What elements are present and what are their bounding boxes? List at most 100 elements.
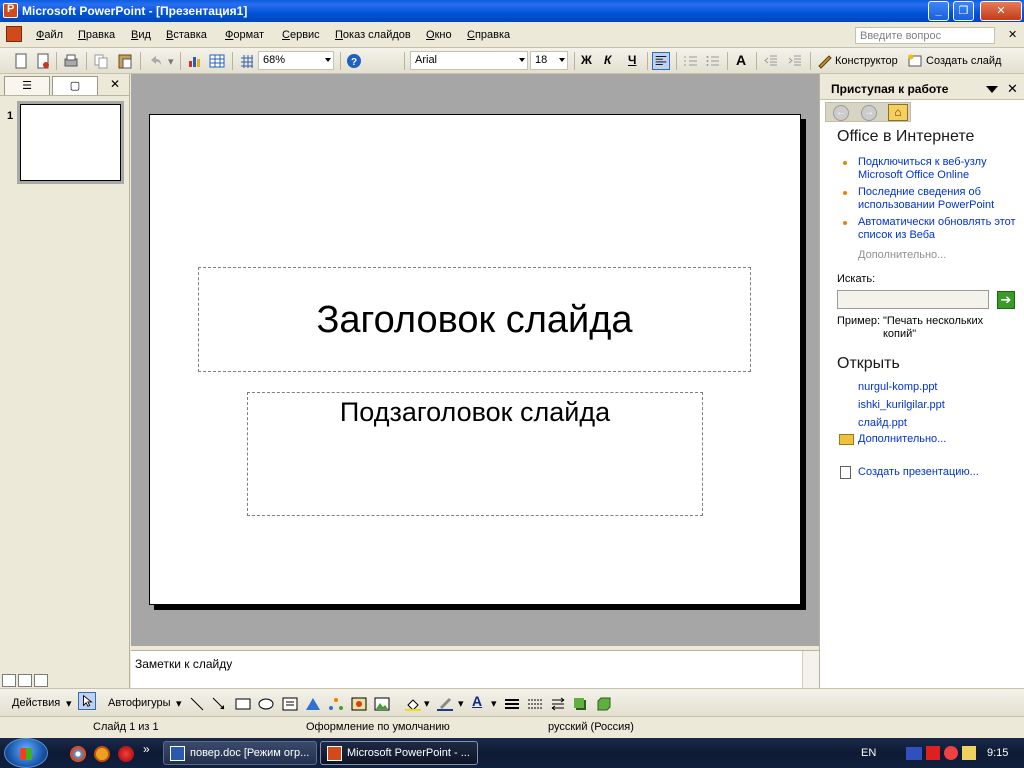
title-placeholder[interactable]: Заголовок слайда xyxy=(198,267,751,372)
decrease-indent-icon[interactable] xyxy=(762,52,780,70)
fill-color-icon[interactable] xyxy=(405,697,421,711)
menu-file[interactable]: Файл xyxy=(36,29,63,41)
tab-outline[interactable]: ☰ xyxy=(4,76,50,95)
open-more-link[interactable]: Дополнительно... xyxy=(858,433,1018,446)
recent-file[interactable]: ishki_kurilgilar.ppt xyxy=(858,399,1018,412)
oval-icon[interactable] xyxy=(258,697,274,711)
forward-icon[interactable]: → xyxy=(861,105,877,121)
search-input[interactable] xyxy=(837,290,989,309)
ask-question-input[interactable]: Введите вопрос xyxy=(855,27,995,44)
insert-chart-icon[interactable] xyxy=(186,52,204,70)
link-auto-update[interactable]: Автоматически обновлять этот список из В… xyxy=(858,216,1018,242)
new-slide-button[interactable]: Создать слайд xyxy=(926,55,1001,67)
autoshapes-dropdown-icon[interactable]: ▾ xyxy=(176,697,182,710)
arrow-style-icon[interactable] xyxy=(550,697,566,711)
powerpoint-icon[interactable] xyxy=(3,3,18,18)
bold-button[interactable]: Ж xyxy=(581,53,592,67)
insert-table-icon[interactable] xyxy=(208,52,226,70)
document-close-icon[interactable]: ✕ xyxy=(1008,28,1017,41)
align-left-icon[interactable] xyxy=(652,52,670,70)
home-icon[interactable]: ⌂ xyxy=(888,104,908,121)
link-latest-news[interactable]: Последние сведения об использовании Powe… xyxy=(858,186,1018,212)
diagram-icon[interactable] xyxy=(328,697,344,711)
menu-edit[interactable]: Правка xyxy=(78,29,115,41)
menu-slideshow[interactable]: Показ слайдов xyxy=(335,29,411,41)
numbering-icon[interactable] xyxy=(682,52,700,70)
increase-font-button[interactable]: A xyxy=(736,52,746,68)
slideshow-view-icon[interactable] xyxy=(34,674,48,687)
opera-icon[interactable] xyxy=(118,746,134,762)
recent-file[interactable]: nurgul-komp.ppt xyxy=(858,381,1018,394)
menu-view[interactable]: Вид xyxy=(131,29,151,41)
menu-tools[interactable]: Сервис xyxy=(282,29,320,41)
select-pointer-icon[interactable] xyxy=(78,692,96,710)
back-icon[interactable]: ← xyxy=(833,105,849,121)
restore-button[interactable]: ❐ xyxy=(953,1,974,21)
language-indicator[interactable]: EN xyxy=(861,747,876,759)
print-icon[interactable] xyxy=(62,52,80,70)
font-size-combo[interactable]: 18 xyxy=(530,51,568,70)
minimize-button[interactable]: _ xyxy=(928,1,949,21)
line-color-icon[interactable] xyxy=(437,697,453,711)
taskbar-powerpoint[interactable]: Microsoft PowerPoint - ... xyxy=(320,741,478,765)
wordart-icon[interactable] xyxy=(305,697,321,711)
network-icon[interactable] xyxy=(906,747,922,760)
designer-icon[interactable] xyxy=(816,52,834,70)
arrow-icon[interactable] xyxy=(212,697,226,711)
line-color-dropdown-icon[interactable]: ▾ xyxy=(458,697,464,710)
notes-pane[interactable]: Заметки к слайду xyxy=(131,650,819,689)
shadow-icon[interactable] xyxy=(573,697,587,711)
create-presentation-link[interactable]: Создать презентацию... xyxy=(858,466,1018,479)
dash-style-icon[interactable] xyxy=(527,697,543,711)
notes-scrollbar[interactable] xyxy=(802,651,819,689)
underline-button[interactable]: Ч xyxy=(628,53,636,67)
taskbar-word-document[interactable]: повер.doc [Режим огр... xyxy=(163,741,317,765)
fill-color-dropdown-icon[interactable]: ▾ xyxy=(424,697,430,710)
menu-insert[interactable]: Вставка xyxy=(166,29,207,41)
search-go-button[interactable]: ➔ xyxy=(997,291,1015,309)
menu-window[interactable]: Окно xyxy=(426,29,452,41)
title-bar[interactable]: Microsoft PowerPoint - [Презентация1] _ … xyxy=(0,0,1024,22)
subtitle-placeholder[interactable]: Подзаголовок слайда xyxy=(247,392,703,516)
menu-format[interactable]: Формат xyxy=(225,29,264,41)
clock[interactable]: 9:15 xyxy=(987,747,1008,759)
line-icon[interactable] xyxy=(190,697,204,711)
increase-indent-icon[interactable] xyxy=(786,52,804,70)
clipart-icon[interactable] xyxy=(351,697,367,711)
link-office-online[interactable]: Подключиться к веб-узлу Microsoft Office… xyxy=(858,156,1018,182)
font-color-dropdown-icon[interactable]: ▾ xyxy=(491,697,497,710)
actions-menu[interactable]: Действия xyxy=(12,697,60,709)
font-color-icon[interactable]: A xyxy=(472,693,482,709)
permission-icon[interactable] xyxy=(34,52,52,70)
picture-icon[interactable] xyxy=(374,697,390,711)
zoom-combo[interactable]: 68% xyxy=(258,51,334,70)
designer-button[interactable]: Конструктор xyxy=(835,55,898,67)
chrome-icon[interactable] xyxy=(70,746,86,762)
paste-icon[interactable] xyxy=(116,52,134,70)
recent-file[interactable]: слайд.ppt xyxy=(858,417,1018,430)
task-pane-close-icon[interactable]: ✕ xyxy=(1007,81,1018,97)
mail-icon[interactable] xyxy=(94,746,110,762)
new-slide-icon[interactable] xyxy=(906,52,924,70)
show-grid-icon[interactable] xyxy=(238,52,256,70)
undo-icon[interactable] xyxy=(146,52,164,70)
normal-view-icon[interactable] xyxy=(2,674,16,687)
textbox-icon[interactable] xyxy=(282,697,298,711)
slide-canvas[interactable]: Заголовок слайда Подзаголовок слайда xyxy=(149,114,801,605)
task-pane-dropdown-icon[interactable] xyxy=(986,86,998,93)
tab-slides[interactable]: ▢ xyxy=(52,76,98,95)
undo-dropdown-icon[interactable]: ▾ xyxy=(168,55,174,68)
close-button[interactable]: ✕ xyxy=(980,1,1022,21)
autoshapes-menu[interactable]: Автофигуры xyxy=(108,697,171,709)
opera-tray-icon[interactable] xyxy=(944,746,958,760)
document-icon[interactable] xyxy=(6,26,22,42)
italic-button[interactable]: К xyxy=(604,53,611,67)
font-combo[interactable]: Arial xyxy=(410,51,528,70)
3d-style-icon[interactable] xyxy=(597,697,611,711)
copy-icon[interactable] xyxy=(92,52,110,70)
rectangle-icon[interactable] xyxy=(235,697,251,711)
menu-help[interactable]: Справка xyxy=(467,29,510,41)
slide-thumbnail[interactable] xyxy=(17,101,124,184)
start-button[interactable] xyxy=(4,738,48,768)
bullets-icon[interactable] xyxy=(704,52,722,70)
